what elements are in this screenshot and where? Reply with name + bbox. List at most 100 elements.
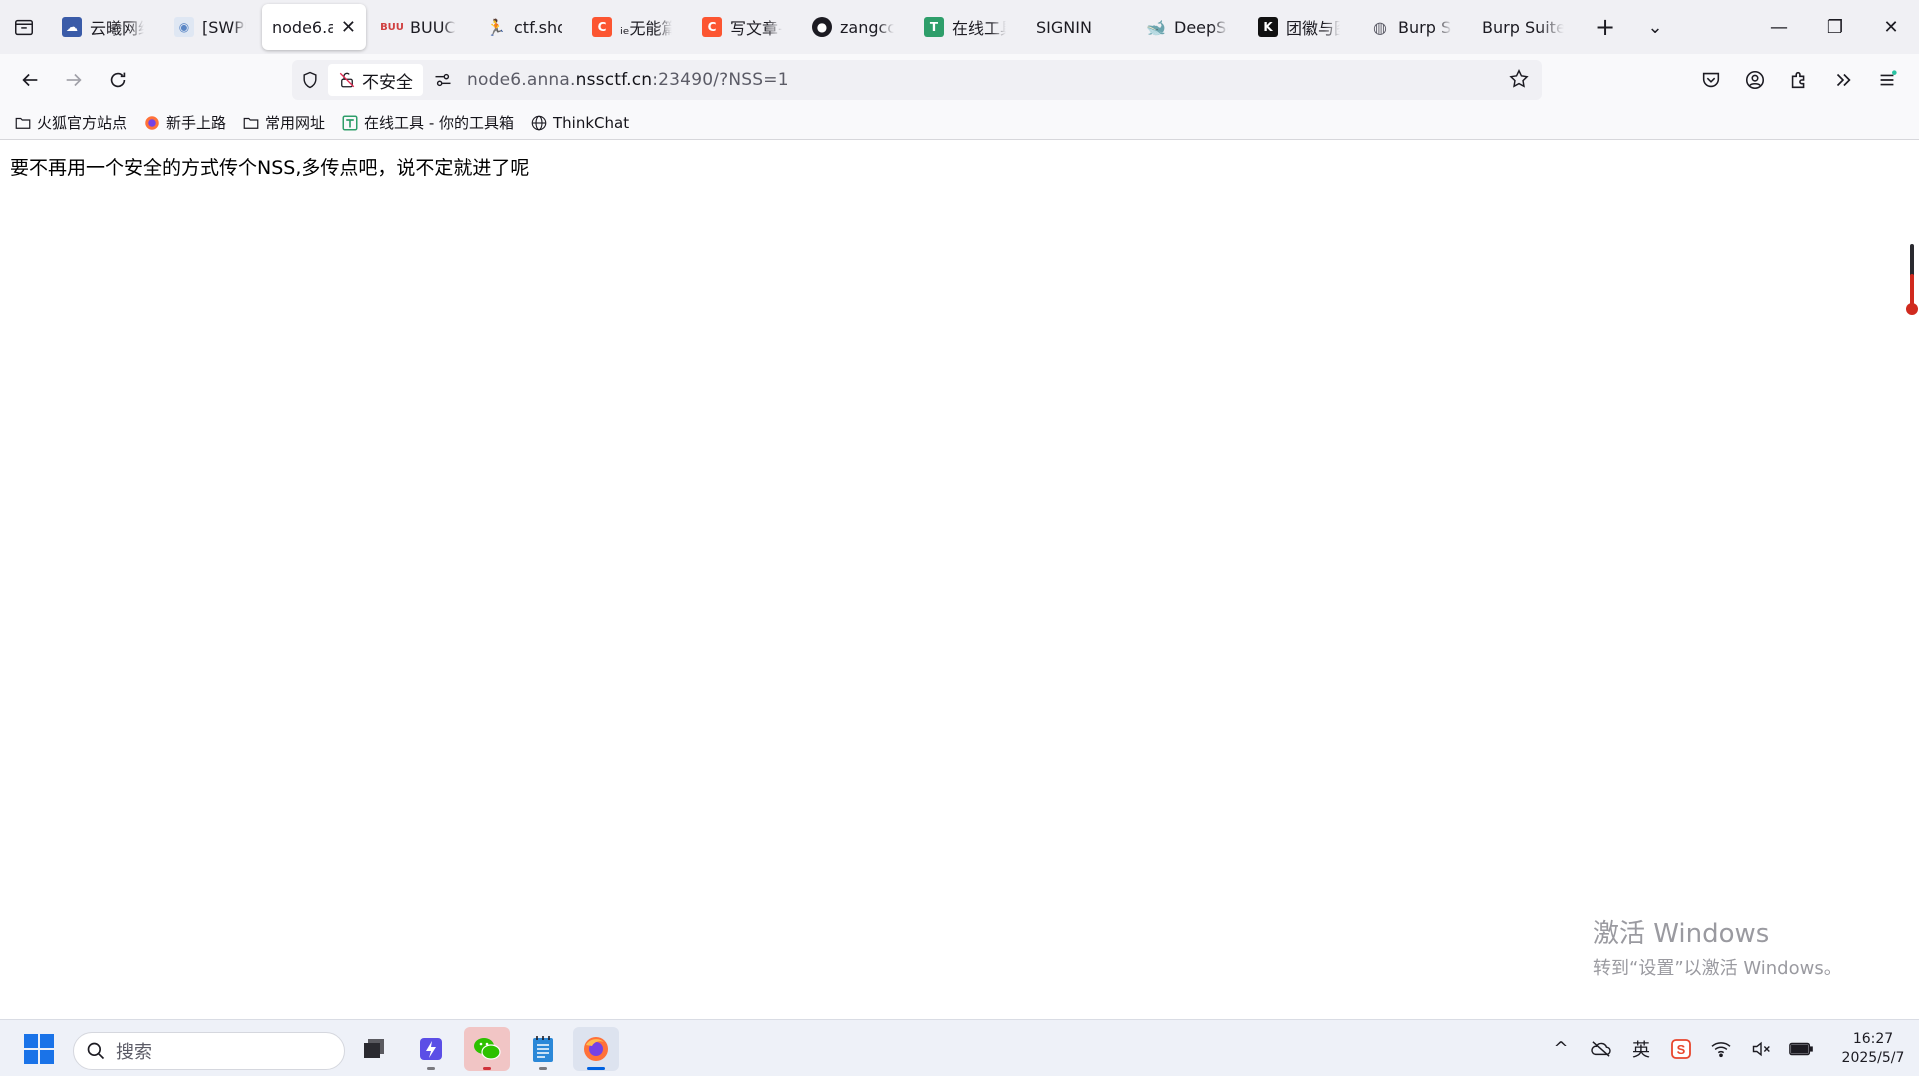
account-button[interactable]: [1733, 58, 1777, 102]
tab-label: [SWPUC: [202, 17, 246, 37]
svg-text:S: S: [1677, 1042, 1686, 1057]
double-chevron-right-icon: [1836, 73, 1851, 87]
permissions-button[interactable]: [423, 70, 463, 90]
running-indicator: [483, 1067, 491, 1070]
windows-start-icon[interactable]: [24, 1034, 54, 1064]
tab-label: Burp Suite F: [1482, 17, 1564, 37]
tab-csdn-2[interactable]: C 写文章-C: [688, 4, 796, 50]
tab-k-site[interactable]: K 团徽与图: [1244, 4, 1354, 50]
taskbar-search-box[interactable]: 搜索: [73, 1032, 345, 1070]
show-hidden-icons-button[interactable]: ^: [1541, 1038, 1581, 1059]
search-placeholder: 搜索: [116, 1042, 152, 1063]
tab-label: BUUCTF: [410, 17, 456, 37]
running-indicator: [539, 1067, 547, 1070]
onedrive-button[interactable]: [1581, 1040, 1621, 1058]
minimize-icon: —: [1770, 16, 1788, 38]
connection-not-secure-button[interactable]: 不安全: [328, 64, 423, 96]
wechat-icon: [474, 1038, 501, 1060]
reload-icon: [110, 72, 126, 88]
tab-yunxi[interactable]: ☁ 云曦网络: [48, 4, 158, 50]
running-indicator: [427, 1067, 435, 1070]
taskbar-clock[interactable]: 16:27 2025/5/7: [1827, 1030, 1919, 1068]
pocket-button[interactable]: [1689, 58, 1733, 102]
arrow-left-icon: [22, 73, 38, 87]
taskbar-app-lightning[interactable]: [408, 1027, 454, 1071]
taskbar-app-notepad[interactable]: [520, 1027, 566, 1071]
tab-burp-2[interactable]: Burp Suite F: [1468, 4, 1578, 50]
shield-icon: [303, 71, 317, 89]
tab-online-tools[interactable]: T 在线工具: [910, 4, 1020, 50]
tab-label: ᵢₑ无能篇: [620, 19, 672, 38]
new-tab-button[interactable]: +: [1580, 0, 1630, 54]
bookmark-label: 新手上路: [166, 114, 227, 132]
tab-ctfshow[interactable]: 🏃 ctf.show: [472, 4, 576, 50]
forward-button[interactable]: [52, 58, 96, 102]
taskbar-app-task-view[interactable]: [351, 1027, 397, 1071]
list-all-tabs-button[interactable]: ⌄: [1630, 0, 1680, 54]
overflow-menu-button[interactable]: [1821, 58, 1865, 102]
extensions-button[interactable]: [1777, 58, 1821, 102]
battery-button[interactable]: [1781, 1041, 1821, 1057]
bookmark-star-button[interactable]: [1508, 68, 1530, 94]
back-button[interactable]: [8, 58, 52, 102]
minimize-button[interactable]: —: [1751, 0, 1807, 54]
puzzle-icon: [1791, 71, 1805, 89]
tab-swpuc[interactable]: ◉ [SWPUC: [160, 4, 260, 50]
bookmark-firefox-official[interactable]: 火狐官方站点: [14, 112, 127, 133]
bookmark-thinkchat[interactable]: ThinkChat: [530, 114, 629, 132]
thermometer-scroll-indicator[interactable]: [1905, 244, 1919, 316]
window-controls: — ❐ ✕: [1751, 0, 1919, 54]
windows-activation-watermark: 激活 Windows 转到“设置”以激活 Windows。: [1593, 913, 1842, 980]
k-logo-icon: K: [1258, 17, 1278, 37]
tab-list: ☁ 云曦网络 ◉ [SWPUC node6.an ✕ BUU BUUCTF 🏃 …: [48, 0, 1580, 54]
url-bar[interactable]: 不安全 node6.anna.nssctf.cn:23490/?NSS=1: [292, 60, 1542, 100]
ime-button[interactable]: 英: [1621, 1036, 1661, 1062]
hamburger-menu-icon: [1880, 70, 1897, 86]
network-button[interactable]: [1701, 1040, 1741, 1058]
taskbar-app-wechat[interactable]: [464, 1027, 510, 1071]
firefox-icon: [584, 1037, 608, 1061]
navigation-toolbar: 不安全 node6.anna.nssctf.cn:23490/?NSS=1: [0, 54, 1919, 106]
page-message: 要不再用一个安全的方式传个NSS,多传点吧，说不定就进了呢: [10, 157, 530, 179]
bookmark-getting-started[interactable]: 新手上路: [143, 112, 226, 133]
tab-signin[interactable]: SIGNIN: [1022, 4, 1130, 50]
bookmark-label: ThinkChat: [553, 113, 630, 132]
runner-icon: 🏃: [486, 17, 506, 37]
close-tab-icon[interactable]: ✕: [341, 17, 356, 38]
reload-button[interactable]: [96, 58, 140, 102]
bookmark-label: 常用网址: [265, 114, 326, 132]
pocket-icon: [1702, 72, 1720, 88]
plus-icon: +: [1594, 13, 1616, 41]
url-text[interactable]: node6.anna.nssctf.cn:23490/?NSS=1: [467, 70, 789, 90]
firefox-view-button[interactable]: [0, 0, 48, 54]
tab-github-zangcc[interactable]: ● zangcc: [798, 4, 908, 50]
tool-t-icon: T: [924, 17, 944, 37]
tab-burp-1[interactable]: ◍ Burp Su: [1356, 4, 1466, 50]
tab-active-node6[interactable]: node6.an ✕: [262, 4, 366, 50]
sliders-icon: [435, 73, 451, 87]
sogou-ime-button[interactable]: S: [1661, 1038, 1701, 1059]
bookmark-online-tools[interactable]: 在线工具 - 你的工具箱: [341, 112, 514, 133]
close-window-button[interactable]: ✕: [1863, 0, 1919, 54]
firefox-icon: [145, 115, 159, 130]
not-secure-label: 不安全: [362, 72, 413, 93]
bookmarks-toolbar: 火狐官方站点 新手上路 常用网址 在线工具 - 你的工具箱 ThinkChat: [0, 106, 1919, 140]
tab-csdn-1[interactable]: C ᵢₑ无能篇: [578, 4, 686, 50]
restore-button[interactable]: ❐: [1807, 0, 1863, 54]
globe-icon: ◍: [1373, 17, 1387, 37]
tracking-protection-button[interactable]: [292, 70, 328, 90]
app-menu-button[interactable]: [1865, 58, 1909, 102]
bookmark-common-sites[interactable]: 常用网址: [242, 112, 325, 133]
taskbar-app-firefox[interactable]: [573, 1027, 619, 1071]
ime-label: 英: [1632, 1039, 1650, 1061]
clock-time: 16:27: [1852, 1030, 1894, 1047]
tab-deepseek[interactable]: 🐋 DeepSe: [1132, 4, 1242, 50]
tab-label: 云曦网络: [90, 19, 144, 38]
watermark-subtitle: 转到“设置”以激活 Windows。: [1593, 958, 1842, 979]
active-indicator: [587, 1067, 605, 1070]
volume-button[interactable]: [1741, 1040, 1781, 1058]
tab-buuctf[interactable]: BUU BUUCTF: [368, 4, 470, 50]
tab-label: Burp Su: [1398, 17, 1452, 37]
watermark-title: 激活 Windows: [1593, 919, 1770, 949]
sogou-s-icon: S: [1671, 1038, 1691, 1059]
